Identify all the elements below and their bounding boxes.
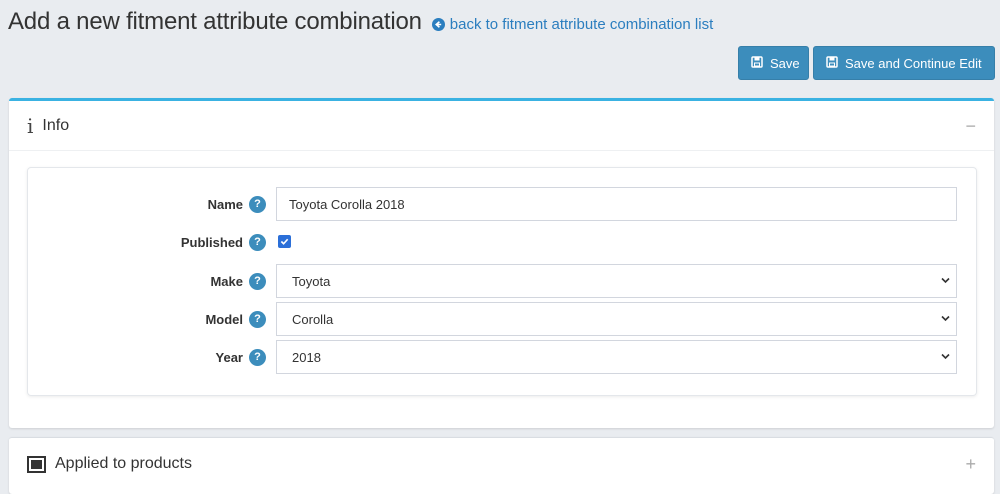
year-select[interactable]: 2018	[276, 340, 957, 374]
model-label: Model	[205, 311, 243, 327]
name-label-group: Name ?	[208, 187, 266, 221]
chevron-down-icon	[941, 276, 950, 287]
model-row: Model ? Corolla	[28, 302, 976, 336]
help-icon[interactable]: ?	[249, 195, 266, 213]
save-and-continue-button[interactable]: Save and Continue Edit	[813, 46, 995, 80]
help-icon[interactable]: ?	[249, 348, 266, 366]
published-label: Published	[180, 234, 243, 250]
back-link-label: back to fitment attribute combination li…	[449, 16, 714, 33]
name-input[interactable]: Toyota Corolla 2018	[276, 187, 957, 221]
info-panel: i Info − Name ? Toyota Corolla 2018 Publ…	[9, 98, 994, 428]
toolbar: Save Save and Continue Edit	[738, 46, 995, 80]
back-to-list-link[interactable]: back to fitment attribute combination li…	[431, 16, 714, 33]
make-select[interactable]: Toyota	[276, 264, 957, 298]
make-row: Make ? Toyota	[28, 264, 976, 298]
make-label: Make	[210, 273, 243, 289]
published-checkbox[interactable]	[278, 235, 291, 248]
products-icon	[27, 455, 46, 473]
year-label-group: Year ?	[216, 340, 266, 374]
year-row: Year ? 2018	[28, 340, 976, 374]
model-label-group: Model ?	[205, 302, 266, 336]
save-button[interactable]: Save	[738, 46, 809, 80]
page-title: Add a new fitment attribute combination	[8, 8, 422, 35]
applied-panel-header[interactable]: Applied to products +	[9, 438, 994, 490]
name-row: Name ? Toyota Corolla 2018	[28, 187, 976, 221]
chevron-down-icon	[941, 352, 950, 363]
collapse-icon[interactable]: −	[965, 117, 976, 135]
name-label: Name	[207, 196, 243, 212]
page-header: Add a new fitment attribute combination …	[8, 8, 713, 36]
help-icon[interactable]: ?	[249, 310, 266, 328]
floppy-disk-icon	[751, 55, 763, 71]
published-row: Published ?	[28, 225, 976, 259]
arrow-left-icon	[431, 18, 445, 31]
info-panel-title-group: i Info	[27, 116, 69, 136]
help-icon[interactable]: ?	[249, 272, 266, 290]
make-label-group: Make ?	[210, 264, 266, 298]
model-select-value: Corolla	[292, 311, 334, 327]
info-panel-title: Info	[42, 116, 70, 134]
chevron-down-icon	[941, 314, 950, 325]
floppy-disk-icon	[826, 55, 838, 71]
make-select-value: Toyota	[292, 273, 331, 289]
info-panel-header[interactable]: i Info −	[9, 101, 994, 151]
expand-icon[interactable]: +	[965, 455, 976, 473]
applied-to-products-panel: Applied to products +	[9, 437, 994, 494]
save-and-continue-label: Save and Continue Edit	[845, 55, 982, 71]
applied-panel-title-group: Applied to products	[27, 455, 192, 473]
year-label: Year	[215, 349, 243, 365]
help-icon[interactable]: ?	[249, 233, 266, 251]
applied-panel-title: Applied to products	[55, 455, 192, 472]
published-label-group: Published ?	[181, 225, 266, 259]
info-form: Name ? Toyota Corolla 2018 Published ? M…	[27, 167, 977, 396]
save-button-label: Save	[770, 55, 800, 71]
year-select-value: 2018	[292, 349, 321, 365]
model-select[interactable]: Corolla	[276, 302, 957, 336]
info-icon: i	[27, 113, 34, 138]
